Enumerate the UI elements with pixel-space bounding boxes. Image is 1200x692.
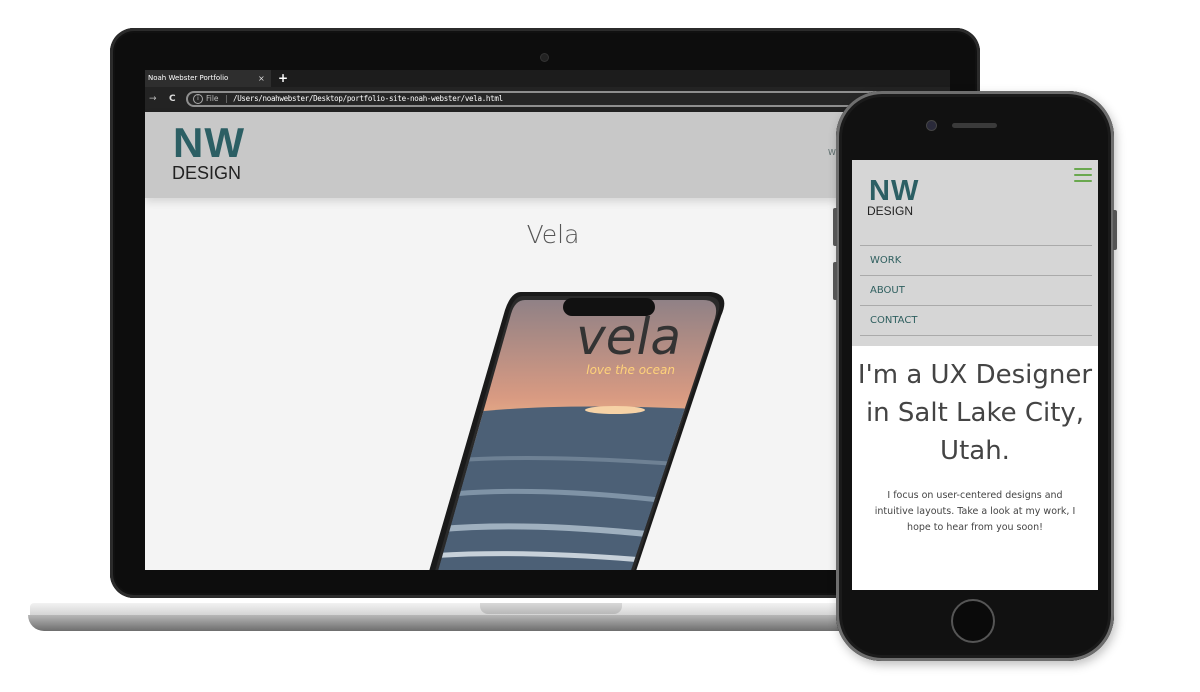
phone-home-button[interactable] bbox=[951, 599, 995, 643]
nav-item-about[interactable]: ABOUT bbox=[860, 275, 1092, 305]
phone-power-button bbox=[1113, 210, 1117, 250]
phone-volume-down-button bbox=[833, 262, 837, 300]
new-tab-button[interactable]: + bbox=[278, 70, 288, 86]
mockup-tagline: love the ocean bbox=[586, 363, 675, 377]
browser-tab-strip: Noah Webster Portfolio × + bbox=[145, 70, 950, 87]
scheme-label: File bbox=[206, 94, 219, 103]
url-text[interactable]: /Users/noahwebster/Desktop/portfolio-sit… bbox=[233, 93, 503, 105]
laptop-screen: Noah Webster Portfolio × + → C i File /U… bbox=[145, 70, 950, 570]
mobile-hero-text: I focus on user-centered designs and int… bbox=[874, 490, 1076, 533]
page-title: Vela bbox=[526, 220, 580, 249]
mobile-site-logo-subtitle: DESIGN bbox=[867, 204, 914, 218]
site-logo[interactable]: NW bbox=[173, 122, 245, 164]
nav-item-work[interactable]: WORK bbox=[860, 245, 1092, 275]
back-icon[interactable]: → bbox=[149, 87, 157, 112]
laptop-base bbox=[28, 615, 856, 631]
nav-link-partial[interactable]: W bbox=[828, 148, 836, 157]
address-bar[interactable]: i File /Users/noahwebster/Desktop/portfo… bbox=[186, 91, 906, 107]
nav-item-contact[interactable]: CONTACT bbox=[860, 305, 1092, 336]
mobile-nav-menu: WORK ABOUT CONTACT bbox=[860, 245, 1092, 336]
browser-tab[interactable]: Noah Webster Portfolio × bbox=[145, 70, 271, 87]
site-info-icon[interactable]: i bbox=[193, 94, 203, 104]
phone-camera bbox=[927, 121, 936, 130]
site-header: NW DESIGN W bbox=[145, 112, 950, 198]
phone-screen: NW DESIGN WORK ABOUT CONTACT I'm a UX De… bbox=[852, 160, 1098, 590]
vela-mockup-image: vela love the ocean bbox=[429, 292, 725, 570]
mobile-hero-heading: I'm a UX Designer in Salt Lake City, Uta… bbox=[857, 360, 1093, 466]
laptop-camera bbox=[541, 54, 548, 61]
site-logo-subtitle: DESIGN bbox=[172, 163, 242, 183]
browser-toolbar: → C i File /Users/noahwebster/Desktop/po… bbox=[145, 87, 950, 112]
phone-speaker bbox=[952, 123, 997, 128]
tab-close-icon[interactable]: × bbox=[258, 70, 265, 87]
mobile-site-header: NW DESIGN WORK ABOUT CONTACT bbox=[852, 160, 1098, 346]
hamburger-menu-icon[interactable] bbox=[1074, 168, 1092, 186]
address-separator bbox=[226, 95, 227, 103]
phone-volume-up-button bbox=[833, 208, 837, 246]
laptop-opening-notch bbox=[480, 603, 622, 614]
reload-icon[interactable]: C bbox=[169, 87, 176, 112]
mobile-site-logo[interactable]: NW bbox=[869, 177, 919, 206]
mockup-app-name: vela bbox=[576, 308, 681, 366]
tab-title: Noah Webster Portfolio bbox=[148, 74, 229, 82]
